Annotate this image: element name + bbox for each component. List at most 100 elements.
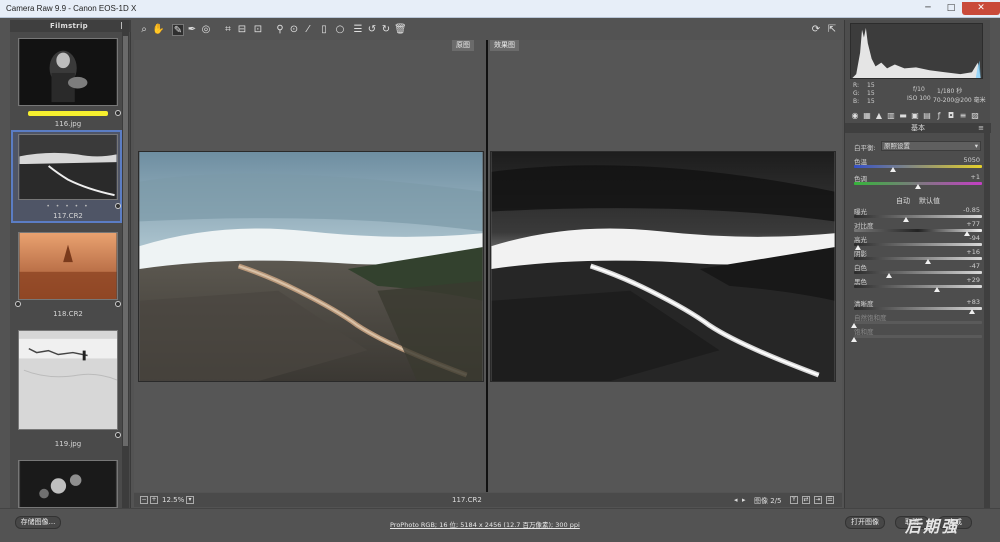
adjustment-slider-knob[interactable]	[934, 287, 941, 292]
filmstrip-item-selected[interactable]: • • • • • 117.CR2	[14, 132, 122, 224]
edited-badge-icon	[15, 301, 21, 307]
rating-stars[interactable]: • • • • •	[14, 203, 122, 210]
tint-slider-knob[interactable]	[915, 184, 921, 189]
panel-scrollbar[interactable]	[984, 124, 990, 508]
lens-tab-icon[interactable]: ▣	[911, 111, 919, 120]
next-image-icon[interactable]: ▸	[742, 496, 746, 504]
targeted-adjust-icon[interactable]: ◎	[200, 24, 212, 36]
filmstrip-item[interactable]: 119.jpg	[14, 328, 122, 450]
hsl-tab-icon[interactable]: ▥	[887, 111, 895, 120]
auto-link[interactable]: 自动	[896, 196, 910, 206]
filmstrip-scrollbar[interactable]	[122, 20, 129, 508]
detail-tab-icon[interactable]: ▲	[875, 111, 883, 120]
effects-tab-icon[interactable]: ƒ	[935, 111, 943, 120]
adjustment-slider-knob[interactable]	[903, 217, 910, 222]
before-label: 原图	[452, 40, 474, 51]
slider-value[interactable]: +77	[966, 220, 980, 228]
trash-icon[interactable]: 🗑	[394, 24, 407, 36]
default-link[interactable]: 默认值	[919, 196, 940, 206]
filmstrip-scroll-thumb[interactable]	[123, 36, 128, 446]
adjustment-slider[interactable]	[854, 335, 982, 338]
sync-icon[interactable]: ⟳	[810, 24, 822, 36]
zoom-out-icon[interactable]: −	[140, 496, 148, 504]
adjustment-slider-knob[interactable]	[885, 273, 892, 278]
close-button[interactable]: ✕	[962, 2, 1000, 15]
slider-value[interactable]: +83	[966, 298, 980, 306]
basic-tab-icon[interactable]: ◉	[851, 111, 859, 120]
bottom-bar: 存储图像... ProPhoto RGB; 16 位; 5184 x 2456 …	[0, 508, 1000, 542]
swap-icon[interactable]: ⇄	[802, 496, 810, 504]
adjustment-slider[interactable]	[854, 307, 982, 310]
maximize-button[interactable]: □	[940, 2, 962, 15]
b-value: 15	[867, 98, 875, 105]
open-image-button[interactable]: 打开图像	[845, 516, 885, 529]
thumbnail-filename: 117.CR2	[53, 212, 83, 220]
adjustment-slider-knob[interactable]	[968, 309, 975, 314]
spot-removal-icon[interactable]: ⚲	[274, 24, 286, 36]
workflow-options-link[interactable]: ProPhoto RGB; 16 位; 5184 x 2456 (12.7 百万…	[390, 519, 580, 529]
adjustment-slider-knob[interactable]	[925, 259, 932, 264]
white-balance-icon[interactable]: ✎	[172, 24, 184, 36]
thumbnail-filename: 116.jpg	[54, 120, 82, 128]
adjustment-slider-knob[interactable]	[851, 337, 857, 342]
adjustment-brush-icon[interactable]: ⁄	[302, 24, 314, 36]
adjustment-slider[interactable]	[854, 243, 982, 246]
zoom-level[interactable]: 12.5%	[162, 496, 184, 504]
graduated-filter-icon[interactable]: ▯	[318, 24, 330, 36]
rotate-left-icon[interactable]: ↺	[366, 24, 378, 36]
temperature-slider[interactable]	[854, 165, 982, 168]
tone-curve-tab-icon[interactable]: ▦	[863, 111, 871, 120]
g-label: G:	[853, 90, 860, 97]
red-eye-icon[interactable]: ⊙	[288, 24, 300, 36]
snapshots-tab-icon[interactable]: ▨	[971, 111, 979, 120]
iso: ISO 100	[907, 95, 931, 102]
before-after-divider	[486, 40, 488, 492]
camera-calibration-tab-icon[interactable]: ◘	[947, 111, 955, 120]
minimize-button[interactable]: ─	[917, 2, 939, 15]
adjustment-slider[interactable]	[854, 321, 982, 324]
r-value: 15	[867, 82, 875, 89]
filmstrip-header: Filmstrip	[10, 20, 131, 32]
toggle-view-icon[interactable]: ☰	[826, 496, 834, 504]
slider-value[interactable]: +16	[966, 248, 980, 256]
temperature-value[interactable]: 5050	[963, 156, 980, 164]
rotate-right-icon[interactable]: ↻	[380, 24, 392, 36]
filmstrip-item[interactable]: 116.jpg	[14, 36, 122, 132]
slider-value[interactable]: -0.85	[963, 206, 980, 214]
radial-filter-icon[interactable]: ○	[334, 24, 346, 36]
preferences-icon[interactable]: ☰	[352, 24, 364, 36]
crop-icon[interactable]: ⌗	[222, 24, 234, 36]
filmstrip-title: Filmstrip	[50, 22, 88, 30]
transform-tab-icon[interactable]: ▤	[923, 111, 931, 120]
adjustment-slider[interactable]	[854, 215, 982, 218]
color-sampler-icon[interactable]: ✒	[186, 24, 198, 36]
tint-value[interactable]: +1	[970, 173, 980, 181]
white-balance-value: 原照设置	[884, 142, 910, 150]
lens: 70-200@200 毫米	[933, 97, 986, 104]
split-toning-tab-icon[interactable]: ▬	[899, 111, 907, 120]
hand-icon[interactable]: ✋	[152, 24, 164, 36]
filmstrip-item[interactable]: 118.CR2	[14, 230, 122, 325]
camera-raw-window: Camera Raw 9.9 - Canon EOS-1D X ─ □ ✕ Fi…	[0, 0, 1000, 542]
temperature-slider-knob[interactable]	[890, 167, 896, 172]
save-image-button[interactable]: 存储图像...	[15, 516, 61, 529]
adjustment-slider[interactable]	[854, 257, 982, 260]
watermark-logo: 后期强	[905, 517, 960, 536]
zoom-dropdown-icon[interactable]: ▾	[186, 496, 194, 504]
zoom-in-icon[interactable]: +	[150, 496, 158, 504]
slider-value[interactable]: -94	[969, 234, 980, 242]
view-mode-icon[interactable]: Y	[790, 496, 798, 504]
straighten-icon[interactable]: ⊟	[236, 24, 248, 36]
filmstrip-item[interactable]	[14, 458, 122, 508]
presets-tab-icon[interactable]: ≡	[959, 111, 967, 120]
copy-settings-icon[interactable]: ⇥	[814, 496, 822, 504]
adjustment-slider[interactable]	[854, 271, 982, 274]
slider-value[interactable]: +29	[966, 276, 980, 284]
transform-icon[interactable]: ⊡	[252, 24, 264, 36]
prev-image-icon[interactable]: ◂	[734, 496, 738, 504]
slider-value[interactable]: -47	[969, 262, 980, 270]
fullscreen-icon[interactable]: ⇱	[826, 24, 838, 36]
white-balance-select[interactable]: 原照设置 ▾	[881, 141, 981, 151]
adjustment-slider[interactable]	[854, 285, 982, 288]
zoom-icon[interactable]: ⌕	[138, 24, 150, 36]
